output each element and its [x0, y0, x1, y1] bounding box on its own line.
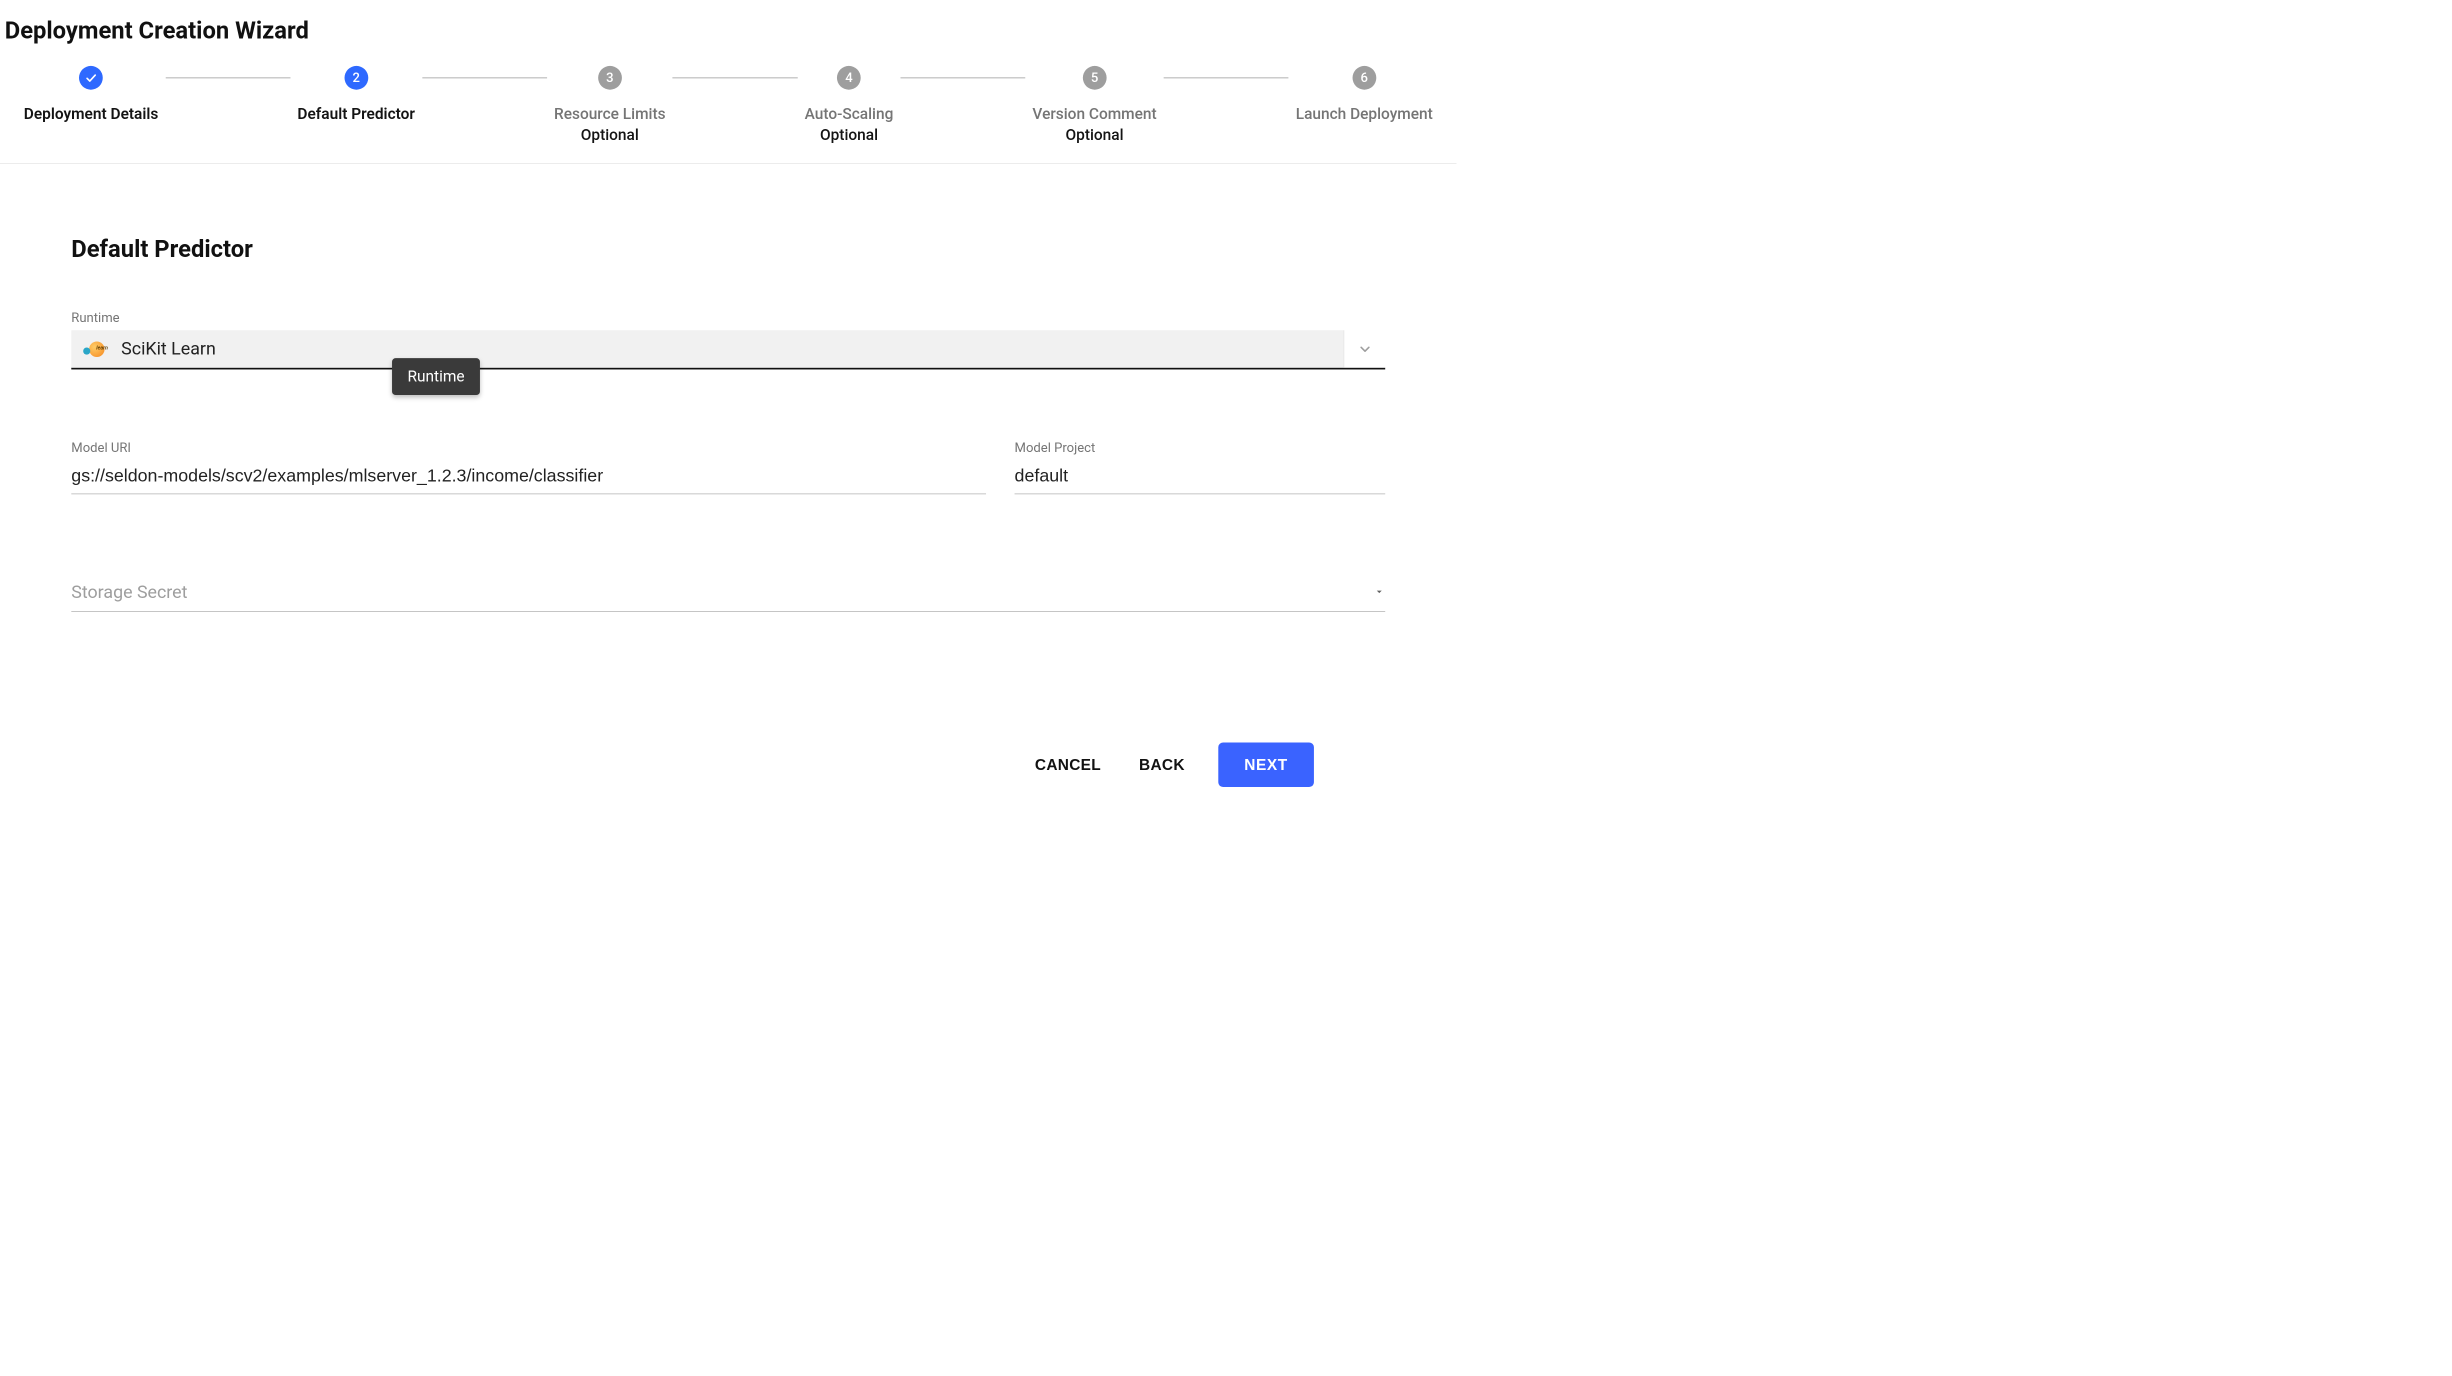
check-icon	[85, 71, 98, 84]
footer-actions: CANCEL BACK NEXT	[71, 743, 1385, 788]
connector	[673, 77, 798, 78]
storage-secret-select[interactable]: Storage Secret	[71, 575, 1385, 612]
model-uri-field: Model URI	[71, 441, 986, 494]
runtime-dropdown-toggle[interactable]	[1344, 330, 1386, 367]
step-3-label: Resource Limits	[554, 105, 666, 123]
model-project-field: Model Project	[1015, 441, 1386, 494]
step-4-optional: Optional	[820, 127, 878, 145]
connector	[422, 77, 547, 78]
storage-secret-caret	[1373, 585, 1385, 599]
step-5[interactable]: 5 Version Comment Optional	[1032, 66, 1156, 144]
runtime-display[interactable]: learn SciKit Learn	[71, 330, 1343, 367]
section-title: Default Predictor	[71, 235, 1385, 263]
runtime-field: Runtime learn SciKit Learn Runtime	[71, 311, 1385, 370]
connector	[1164, 77, 1289, 78]
storage-secret-placeholder: Storage Secret	[71, 582, 187, 603]
uri-project-row: Model URI Model Project	[71, 441, 1385, 516]
next-button[interactable]: NEXT	[1218, 743, 1314, 788]
step-6[interactable]: 6 Launch Deployment	[1296, 66, 1433, 123]
page-title: Deployment Creation Wizard	[0, 0, 1456, 59]
step-5-label: Version Comment	[1032, 105, 1156, 123]
step-3-circle: 3	[598, 66, 622, 90]
step-3-optional: Optional	[581, 127, 639, 145]
connector	[900, 77, 1025, 78]
back-button[interactable]: BACK	[1134, 746, 1189, 783]
step-5-circle: 5	[1083, 66, 1107, 90]
caret-down-icon	[1373, 585, 1385, 597]
model-project-input[interactable]	[1015, 460, 1386, 494]
model-project-label: Model Project	[1015, 441, 1386, 456]
step-2[interactable]: 2 Default Predictor	[297, 66, 415, 123]
step-4-label: Auto-Scaling	[805, 105, 894, 123]
chevron-down-icon	[1357, 341, 1372, 356]
cancel-button[interactable]: CANCEL	[1030, 746, 1106, 783]
step-2-circle: 2	[344, 66, 368, 90]
step-6-circle: 6	[1352, 66, 1376, 90]
step-1[interactable]: Deployment Details	[24, 66, 159, 123]
model-uri-input[interactable]	[71, 460, 986, 494]
runtime-label: Runtime	[71, 311, 1385, 326]
content: Default Predictor Runtime learn SciKit L…	[0, 164, 1456, 787]
stepper: Deployment Details 2 Default Predictor 3…	[0, 59, 1456, 164]
runtime-tooltip: Runtime	[392, 358, 480, 395]
step-4-circle: 4	[837, 66, 861, 90]
model-uri-label: Model URI	[71, 441, 986, 456]
step-4[interactable]: 4 Auto-Scaling Optional	[805, 66, 894, 144]
step-2-label: Default Predictor	[297, 105, 415, 123]
runtime-select[interactable]: learn SciKit Learn	[71, 330, 1385, 369]
runtime-value: SciKit Learn	[121, 339, 216, 360]
connector	[165, 77, 290, 78]
step-6-label: Launch Deployment	[1296, 105, 1433, 123]
step-1-circle	[79, 66, 103, 90]
step-1-label: Deployment Details	[24, 105, 159, 123]
scikit-learn-icon: learn	[83, 341, 109, 356]
step-3[interactable]: 3 Resource Limits Optional	[554, 66, 666, 144]
step-5-optional: Optional	[1066, 127, 1124, 145]
